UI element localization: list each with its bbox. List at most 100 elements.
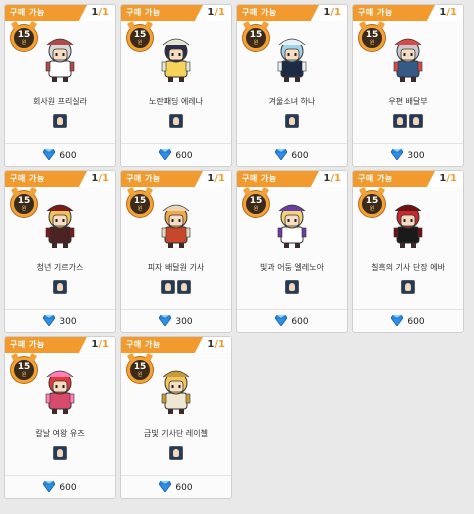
- purchase-limit: 1/1: [207, 337, 225, 353]
- costume-name: 청년 기르가스: [36, 263, 84, 272]
- included-items: [353, 114, 463, 128]
- purchase-limit: 1/1: [207, 171, 225, 187]
- character-thumbnail-icon[interactable]: [53, 114, 67, 128]
- character-sprite-icon: [277, 204, 307, 248]
- included-items: [5, 280, 115, 294]
- product-card[interactable]: 구매 가능 1/1 15 원 우편 배달부 300: [352, 4, 464, 167]
- character-thumbnail-icon[interactable]: [409, 114, 423, 128]
- age-level-unit: 원: [21, 205, 27, 212]
- character-sprite-icon: [161, 204, 191, 248]
- character-sprite-icon: [161, 38, 191, 82]
- character-thumbnail-icon[interactable]: [53, 446, 67, 460]
- age-level-unit: 원: [21, 39, 27, 46]
- price-row: 300: [5, 314, 115, 329]
- product-card[interactable]: 구매 가능 1/1 15 원 칠흑의 기사 단장 에바 600: [352, 170, 464, 333]
- purchase-available-tag: 구매 가능: [121, 337, 203, 353]
- diamond-gem-icon: [390, 314, 404, 329]
- character-sprite-icon: [45, 38, 75, 82]
- character-thumbnail-icon[interactable]: [285, 280, 299, 294]
- age-level-unit: 원: [369, 205, 375, 212]
- character-sprite-icon: [161, 370, 191, 414]
- character-thumbnail-icon[interactable]: [177, 280, 191, 294]
- card-divider: [121, 143, 231, 144]
- card-header: 구매 가능 1/1: [121, 171, 231, 187]
- diamond-gem-icon: [274, 148, 288, 163]
- price-value: 300: [59, 317, 77, 327]
- product-card[interactable]: 구매 가능 1/1 15 원 청년 기르가스 300: [4, 170, 116, 333]
- purchase-available-label: 구매 가능: [242, 8, 277, 17]
- costume-name: 빛과 어둠 엘레노아: [260, 263, 324, 272]
- age-level: 15: [249, 29, 263, 40]
- diamond-gem-icon: [42, 148, 56, 163]
- product-card[interactable]: 구매 가능 1/1 15 원 칼날 여왕 유즈 600: [4, 336, 116, 499]
- age-level: 15: [17, 361, 31, 372]
- purchase-limit: 1/1: [323, 5, 341, 21]
- age-15-badge-icon: 15 원: [243, 25, 269, 51]
- purchase-max: 1: [102, 339, 109, 350]
- age-15-badge-icon: 15 원: [359, 191, 385, 217]
- purchase-max: 1: [334, 7, 341, 18]
- card-divider: [353, 309, 463, 310]
- purchase-available-tag: 구매 가능: [353, 5, 435, 21]
- price-value: 600: [407, 317, 425, 327]
- purchase-limit: 1/1: [207, 5, 225, 21]
- included-items: [121, 114, 231, 128]
- purchase-available-label: 구매 가능: [126, 340, 161, 349]
- product-card[interactable]: 구매 가능 1/1 15 원 금빛 기사단 레이첼 600: [120, 336, 232, 499]
- costume-name: 겨울소녀 하나: [268, 97, 316, 106]
- age-level-unit: 원: [137, 371, 143, 378]
- price-row: 600: [353, 314, 463, 329]
- purchase-available-label: 구매 가능: [126, 8, 161, 17]
- included-items: [237, 114, 347, 128]
- age-level: 15: [133, 195, 147, 206]
- age-15-badge-icon: 15 원: [359, 25, 385, 51]
- age-level: 15: [17, 195, 31, 206]
- price-row: 600: [237, 148, 347, 163]
- character-thumbnail-icon[interactable]: [169, 114, 183, 128]
- character-thumbnail-icon[interactable]: [53, 280, 67, 294]
- character-thumbnail-icon[interactable]: [161, 280, 175, 294]
- character-thumbnail-icon[interactable]: [393, 114, 407, 128]
- purchase-available-label: 구매 가능: [10, 174, 45, 183]
- card-divider: [5, 143, 115, 144]
- diamond-gem-icon: [158, 148, 172, 163]
- costume-name: 우편 배달부: [388, 97, 428, 106]
- price-value: 600: [175, 151, 193, 161]
- product-card[interactable]: 구매 가능 1/1 15 원 노란패딩 에레나 600: [120, 4, 232, 167]
- costume-name: 회사원 프리실라: [32, 97, 88, 106]
- costume-name: 금빛 기사단 레이첼: [144, 429, 208, 438]
- purchase-available-label: 구매 가능: [358, 174, 393, 183]
- purchase-limit: 1/1: [91, 5, 109, 21]
- character-sprite-icon: [45, 370, 75, 414]
- age-level: 15: [133, 361, 147, 372]
- age-15-badge-icon: 15 원: [127, 25, 153, 51]
- purchase-available-label: 구매 가능: [10, 8, 45, 17]
- included-items: [237, 280, 347, 294]
- card-header: 구매 가능 1/1: [121, 5, 231, 21]
- product-card[interactable]: 구매 가능 1/1 15 원 빛과 어둠 엘레노아 600: [236, 170, 348, 333]
- purchase-max: 1: [450, 173, 457, 184]
- character-sprite-icon: [393, 38, 423, 82]
- character-thumbnail-icon[interactable]: [169, 446, 183, 460]
- character-thumbnail-icon[interactable]: [401, 280, 415, 294]
- product-card[interactable]: 구매 가능 1/1 15 원 겨울소녀 하나 600: [236, 4, 348, 167]
- age-level: 15: [133, 29, 147, 40]
- costume-name: 칠흑의 기사 단장 에바: [371, 263, 445, 272]
- price-row: 300: [121, 314, 231, 329]
- price-value: 600: [59, 483, 77, 493]
- product-card[interactable]: 구매 가능 1/1 15 원 피자 배달원 기사 300: [120, 170, 232, 333]
- card-divider: [5, 475, 115, 476]
- character-sprite-icon: [277, 38, 307, 82]
- price-value: 600: [59, 151, 77, 161]
- costume-name: 노란패딩 에레나: [148, 97, 204, 106]
- price-value: 300: [175, 317, 193, 327]
- purchase-available-tag: 구매 가능: [121, 171, 203, 187]
- character-thumbnail-icon[interactable]: [285, 114, 299, 128]
- age-15-badge-icon: 15 원: [243, 191, 269, 217]
- included-items: [353, 280, 463, 294]
- card-header: 구매 가능 1/1: [121, 337, 231, 353]
- price-row: 300: [353, 148, 463, 163]
- age-level-unit: 원: [253, 39, 259, 46]
- product-card[interactable]: 구매 가능 1/1 15 원 회사원 프리실라 600: [4, 4, 116, 167]
- age-15-badge-icon: 15 원: [11, 191, 37, 217]
